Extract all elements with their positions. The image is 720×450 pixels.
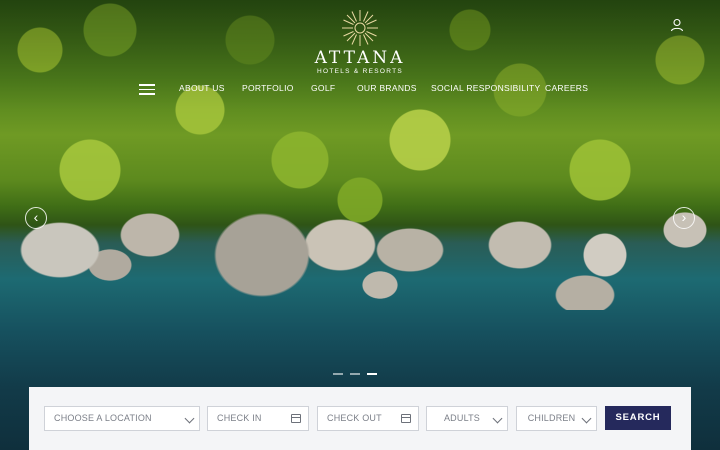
brand-tagline: HOTELS & RESORTS (316, 68, 404, 75)
nav-golf[interactable]: GOLF (311, 83, 335, 93)
user-icon[interactable] (670, 18, 684, 32)
location-select[interactable]: CHOOSE A LOCATION (44, 406, 200, 431)
search-button[interactable]: SEARCH (605, 406, 671, 430)
previous-slide-arrow[interactable]: ‹ (25, 207, 47, 229)
nav-about-us[interactable]: ABOUT US (179, 83, 225, 93)
calendar-icon (401, 414, 411, 423)
nav-careers[interactable]: CAREERS (545, 83, 588, 93)
chevron-down-icon (581, 413, 592, 424)
nav-portfolio[interactable]: PORTFOLIO (242, 83, 294, 93)
adults-select[interactable]: ADULTS (426, 406, 508, 431)
check-in-field[interactable]: CHECK IN (207, 406, 309, 431)
check-out-field[interactable]: CHECK OUT (317, 406, 419, 431)
check-in-placeholder: CHECK IN (217, 413, 262, 423)
children-select-value: CHILDREN (527, 413, 576, 423)
next-slide-arrow[interactable]: › (673, 207, 695, 229)
main-nav: ABOUT US PORTFOLIO GOLF OUR BRANDS SOCIA… (0, 80, 720, 98)
slide-dot-1[interactable] (333, 373, 343, 375)
nav-our-brands[interactable]: OUR BRANDS (357, 83, 417, 93)
slide-dot-2[interactable] (350, 373, 360, 375)
adults-select-value: ADULTS (443, 413, 481, 423)
nav-social-responsibility[interactable]: SOCIAL RESPONSIBILITY (431, 83, 540, 93)
location-select-value: CHOOSE A LOCATION (54, 413, 152, 423)
brand-name: ATTANA (314, 48, 406, 68)
coastal-rocks (0, 190, 720, 310)
children-select[interactable]: CHILDREN (516, 406, 597, 431)
brand-logo[interactable]: ATTANA HOTELS & RESORTS (300, 8, 420, 75)
calendar-icon (291, 414, 301, 423)
hamburger-menu-icon[interactable] (139, 84, 155, 95)
sunburst-logo-icon (342, 10, 378, 46)
booking-bar: CHOOSE A LOCATION CHECK IN CHECK OUT ADU… (29, 387, 691, 450)
slide-dot-3[interactable] (367, 373, 377, 375)
check-out-placeholder: CHECK OUT (327, 413, 382, 423)
chevron-down-icon (492, 413, 503, 424)
chevron-down-icon (184, 413, 195, 424)
